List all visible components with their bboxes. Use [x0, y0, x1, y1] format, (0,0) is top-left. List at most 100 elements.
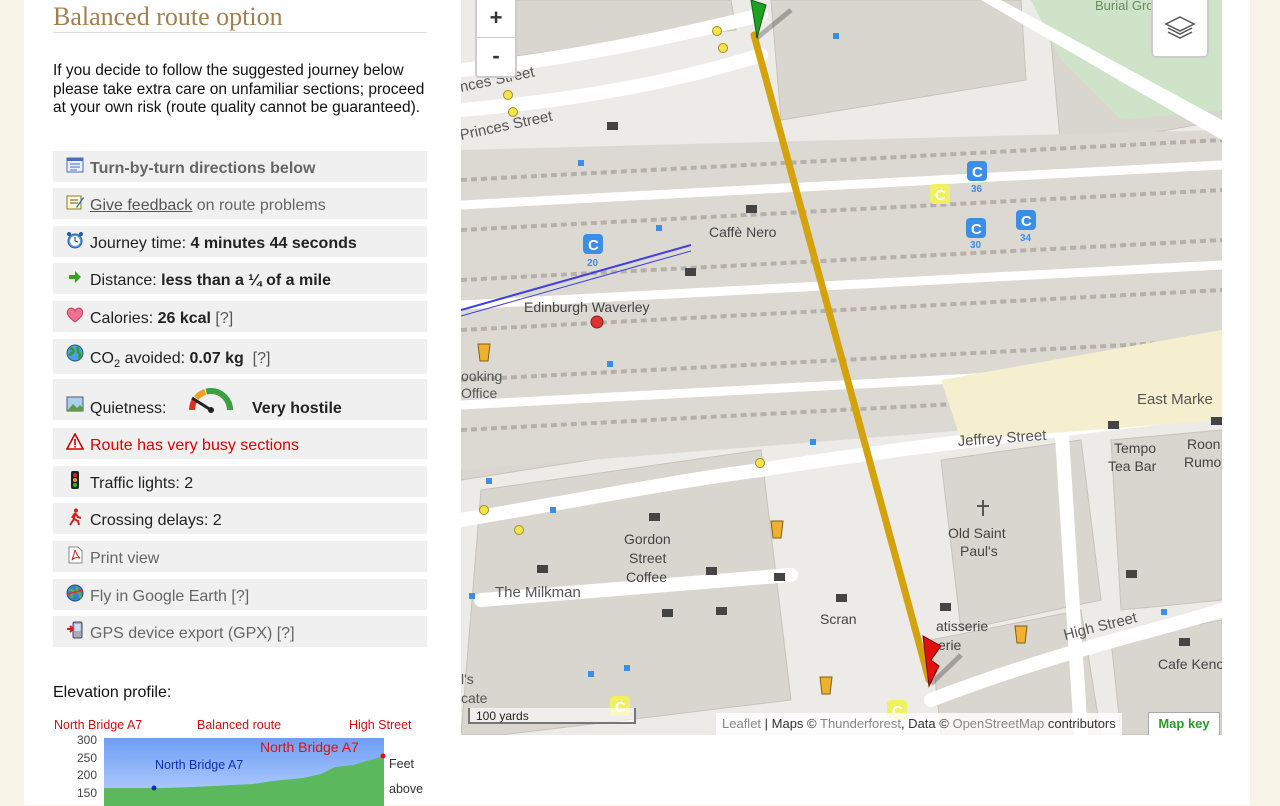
- elevation-profile-chart: North Bridge A7 Balanced route High Stre…: [54, 718, 423, 806]
- quietness-gauge-icon: [189, 388, 233, 413]
- elevation-inside-label: North Bridge A7: [155, 758, 243, 772]
- route-info-panel: Balanced route option If you decide to f…: [53, 0, 427, 806]
- gpx-export-label: GPS device export (GPX) [?]: [90, 625, 295, 642]
- layers-button[interactable]: [1151, 0, 1209, 58]
- elevation-header-end: High Street: [349, 718, 412, 732]
- bus-stop-c-5: C: [935, 187, 946, 204]
- label-edinburgh-waverley: Edinburgh Waverley: [524, 299, 650, 315]
- zoom-in-button[interactable]: +: [477, 0, 515, 38]
- elevation-y-tick-250: 250: [77, 751, 97, 765]
- label-room-2: Rumo: [1184, 454, 1222, 470]
- elevation-unit-line1: Feet: [389, 757, 415, 771]
- bus-stop-c-4: C: [1021, 213, 1032, 230]
- label-gordon-3: Coffee: [626, 569, 667, 585]
- label-cafe-keno: Cafe Keno: [1158, 656, 1222, 672]
- station-marker: [590, 315, 604, 329]
- label-tempo-2: Tea Bar: [1108, 458, 1157, 474]
- co2-prefix: CO: [90, 350, 114, 367]
- warning-icon: [66, 433, 84, 450]
- journey-time-label: Journey time:: [90, 235, 191, 252]
- elevation-header-route: Balanced route: [197, 718, 281, 732]
- label-room-1: Roon: [1187, 436, 1220, 452]
- bus-stop-c-2: C: [972, 164, 983, 181]
- label-booking-1: ooking: [461, 368, 502, 384]
- co2-label: avoided:: [120, 350, 190, 367]
- elevation-end-marker: [380, 753, 386, 759]
- co2-value: 0.07 kg: [189, 350, 244, 367]
- pedestrian-icon: [69, 508, 82, 526]
- traffic-lights-text: Traffic lights: 2: [90, 475, 194, 492]
- label-gordon-2: Street: [629, 550, 666, 566]
- pdf-icon: [68, 546, 83, 564]
- label-tempo-1: Tempo: [1114, 440, 1156, 456]
- label-the-milkman: The Milkman: [495, 584, 581, 601]
- zoom-out-button[interactable]: -: [477, 38, 515, 76]
- elevation-profile-label: Elevation profile:: [53, 684, 172, 701]
- print-view-label: Print view: [90, 550, 160, 567]
- quietness-label: Quietness:: [90, 400, 167, 417]
- page-title: Balanced route option: [53, 0, 427, 33]
- google-earth-row[interactable]: Fly in Google Earth [?]: [53, 579, 427, 610]
- give-feedback-link[interactable]: Give feedback: [90, 197, 192, 214]
- arrow-right-icon: [69, 271, 81, 283]
- gps-device-icon: [67, 621, 83, 639]
- journey-time-row: Journey time: 4 minutes 44 seconds: [53, 226, 427, 257]
- zoom-control: + -: [475, 0, 517, 78]
- calories-help-link[interactable]: [?]: [215, 310, 233, 327]
- calories-row: Calories: 26 kcal [?]: [53, 301, 427, 332]
- elevation-start-marker: [151, 785, 157, 791]
- journey-time-value: 4 minutes 44 seconds: [190, 235, 357, 252]
- label-booking-2: Office: [461, 385, 498, 401]
- distance-row: Distance: less than a ¼ of a mile: [53, 263, 427, 294]
- directions-label: Turn-by-turn directions below: [90, 160, 316, 177]
- bus-stop-30: 30: [970, 240, 982, 251]
- globe-icon: [66, 344, 84, 362]
- elevation-y-tick-300: 300: [77, 733, 97, 747]
- route-map[interactable]: C 20 C 36 C 30 C 34 C C C: [461, 0, 1222, 735]
- directions-row[interactable]: Turn-by-turn directions below: [53, 151, 427, 182]
- map-key-button[interactable]: Map key: [1148, 712, 1220, 735]
- thunderforest-link[interactable]: Thunderforest: [820, 716, 901, 731]
- bus-stop-c-3: C: [971, 221, 982, 238]
- print-view-row[interactable]: Print view: [53, 541, 427, 572]
- crossing-delays-text: Crossing delays: 2: [90, 512, 222, 529]
- elevation-unit-line2: above: [389, 782, 423, 796]
- crossing-delays-row: Crossing delays: 2: [53, 503, 427, 534]
- traffic-lights-row: Traffic lights: 2: [53, 466, 427, 497]
- co2-help-link[interactable]: [?]: [253, 350, 271, 367]
- feedback-icon: [66, 195, 84, 210]
- earth-icon: [66, 584, 84, 602]
- label-caffe-nero: Caffè Nero: [709, 224, 777, 240]
- leaflet-link[interactable]: Leaflet: [722, 716, 761, 731]
- heart-icon: [66, 307, 84, 323]
- distance-value: less than a ¼ of a mile: [161, 272, 331, 289]
- openstreetmap-link[interactable]: OpenStreetMap: [952, 716, 1044, 731]
- label-old-saint-2: Paul's: [960, 543, 998, 559]
- co2-row: CO2 avoided: 0.07 kg [?]: [53, 339, 427, 374]
- label-cate: cate: [461, 690, 488, 706]
- map-attribution: Leaflet | Maps © Thunderforest, Data © O…: [716, 713, 1122, 735]
- bus-stop-36: 36: [971, 184, 983, 195]
- label-ils: l's: [461, 671, 474, 687]
- bus-stop-20: 20: [587, 258, 599, 269]
- gpx-export-row[interactable]: GPS device export (GPX) [?]: [53, 616, 427, 647]
- picture-icon: [66, 396, 84, 412]
- label-gordon-1: Gordon: [624, 531, 671, 547]
- map-tiles: C 20 C 36 C 30 C 34 C C C: [461, 0, 1222, 735]
- busy-warning-row: Route has very busy sections: [53, 428, 427, 459]
- feedback-row: Give feedback on route problems: [53, 188, 427, 219]
- label-patisserie-2: erie: [938, 637, 962, 653]
- attrib-contributors: contributors: [1044, 716, 1116, 731]
- label-scran: Scran: [820, 611, 857, 627]
- calories-value: 26 kcal: [157, 310, 211, 327]
- list-icon: [66, 157, 84, 173]
- distance-label: Distance:: [90, 272, 162, 289]
- label-old-saint-1: Old Saint: [948, 525, 1006, 541]
- quietness-row: Quietness: Very hostile: [53, 379, 427, 420]
- elevation-y-tick-200: 200: [77, 768, 97, 782]
- feedback-suffix: on route problems: [192, 197, 326, 214]
- attrib-data: , Data ©: [900, 716, 953, 731]
- quietness-value: Very hostile: [252, 400, 342, 417]
- bus-stop-34: 34: [1020, 233, 1032, 244]
- map-scale-bar: 100 yards: [468, 708, 636, 724]
